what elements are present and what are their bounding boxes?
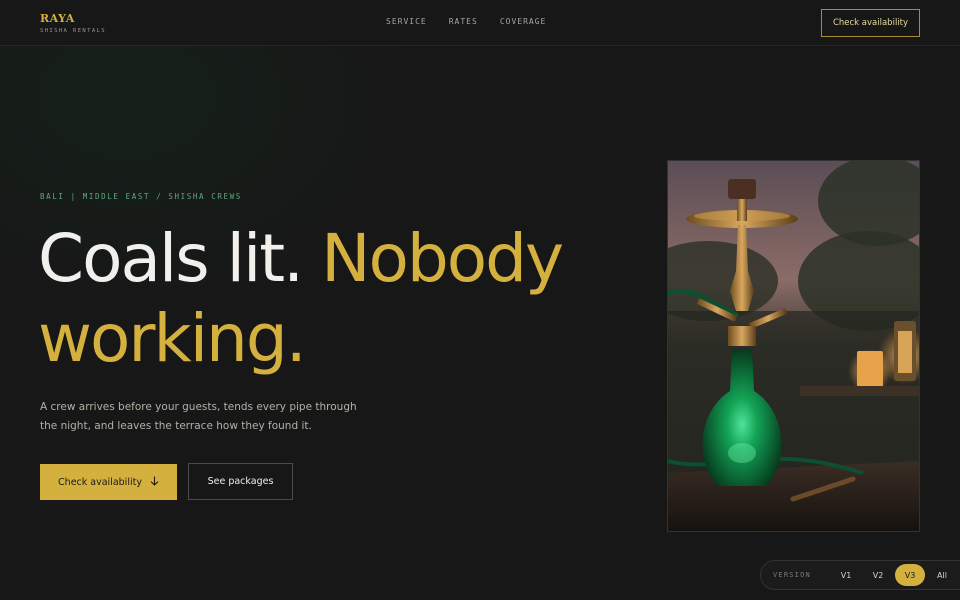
version-switcher: VERSION V1 V2 V3 All bbox=[760, 560, 960, 590]
nav-item-coverage[interactable]: COVERAGE bbox=[500, 17, 547, 26]
nav-item-service[interactable]: SERVICE bbox=[386, 17, 427, 26]
header-check-availability-button[interactable]: Check availability bbox=[821, 9, 920, 37]
logo-name: RAYA bbox=[40, 12, 75, 25]
hero-image-hookah bbox=[667, 160, 920, 532]
headline-gold-2: working. bbox=[38, 300, 307, 377]
hero-lede: A crew arrives before your guests, tends… bbox=[40, 401, 357, 432]
version-option-v1[interactable]: V1 bbox=[831, 564, 861, 586]
check-availability-label: Check availability bbox=[58, 476, 142, 488]
nav-item-rates[interactable]: RATES bbox=[449, 17, 478, 26]
hookah-illustration bbox=[668, 161, 919, 531]
version-option-v2[interactable]: V2 bbox=[863, 564, 893, 586]
site-header: RAYA SHISHA RENTALS SERVICE RATES COVERA… bbox=[0, 0, 960, 46]
logo-tagline: SHISHA RENTALS bbox=[40, 28, 106, 34]
headline-white: Coals lit. bbox=[38, 220, 322, 297]
hero-headline: Coals lit. Nobody working. bbox=[38, 219, 658, 379]
see-packages-button[interactable]: See packages bbox=[188, 463, 293, 500]
version-option-v3[interactable]: V3 bbox=[895, 564, 925, 586]
logo[interactable]: RAYA SHISHA RENTALS bbox=[40, 12, 106, 34]
arrow-down-icon bbox=[150, 476, 159, 489]
version-option-all[interactable]: All bbox=[927, 564, 957, 586]
main-nav: SERVICE RATES COVERAGE bbox=[386, 17, 546, 26]
version-label: VERSION bbox=[773, 571, 811, 579]
headline-gold-1: Nobody bbox=[321, 220, 564, 297]
hero-eyebrow: BALI | MIDDLE EAST / SHISHA CREWS bbox=[40, 192, 242, 201]
check-availability-button[interactable]: Check availability bbox=[40, 464, 177, 500]
